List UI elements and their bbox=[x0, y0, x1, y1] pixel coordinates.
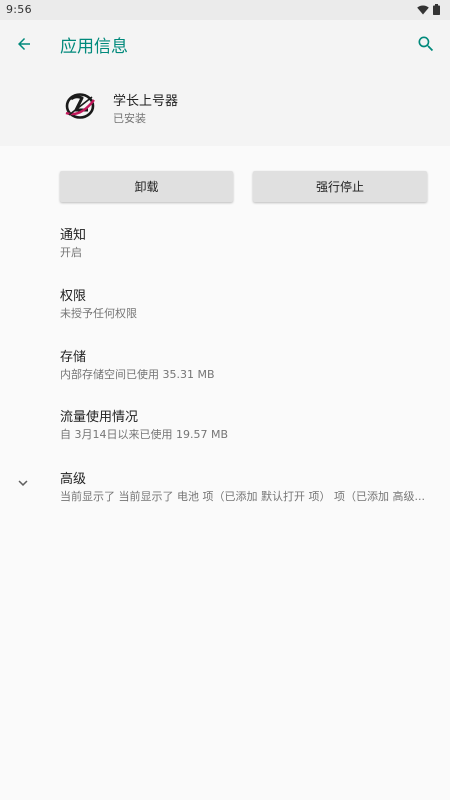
pref-summary: 开启 bbox=[60, 246, 82, 259]
force-stop-button[interactable]: 强行停止 bbox=[253, 171, 427, 202]
pref-summary: 未授予任何权限 bbox=[60, 307, 137, 320]
uninstall-button[interactable]: 卸载 bbox=[60, 171, 233, 202]
pref-title: 流量使用情况 bbox=[60, 410, 139, 425]
pref-storage[interactable]: 存储 内部存储空间已使用 35.31 MB bbox=[0, 346, 450, 398]
app-name: 学长上号器 bbox=[113, 94, 179, 109]
pref-data-usage[interactable]: 流量使用情况 自 3月14日以来已使用 19.57 MB bbox=[0, 406, 450, 458]
pref-title: 存储 bbox=[60, 350, 87, 365]
app-header: 学长上号器 已安装 bbox=[0, 68, 450, 146]
battery-icon bbox=[433, 4, 440, 15]
status-bar: 9:56 bbox=[0, 0, 450, 20]
install-status: 已安装 bbox=[113, 112, 146, 125]
search-button[interactable] bbox=[410, 28, 442, 60]
pref-summary: 当前显示了 当前显示了 电池 项（已添加 默认打开 项） 项（已添加 高级... bbox=[60, 490, 425, 503]
search-icon bbox=[418, 36, 434, 52]
back-button[interactable] bbox=[8, 28, 40, 60]
pref-title: 通知 bbox=[60, 228, 87, 243]
pref-title: 高级 bbox=[60, 472, 87, 487]
arrow-back-icon bbox=[18, 38, 30, 50]
status-icons bbox=[417, 4, 440, 15]
pref-permissions[interactable]: 权限 未授予任何权限 bbox=[0, 285, 450, 337]
app-icon bbox=[65, 93, 95, 119]
pref-summary: 内部存储空间已使用 35.31 MB bbox=[60, 368, 215, 381]
page-title: 应用信息 bbox=[60, 37, 128, 57]
status-time: 9:56 bbox=[6, 3, 32, 16]
pref-notifications[interactable]: 通知 开启 bbox=[0, 224, 450, 276]
pref-advanced[interactable]: 高级 当前显示了 当前显示了 电池 项（已添加 默认打开 项） 项（已添加 高级… bbox=[0, 468, 450, 520]
wifi-icon bbox=[417, 4, 429, 14]
pref-title: 权限 bbox=[60, 289, 87, 304]
chevron-down-icon bbox=[18, 480, 28, 486]
app-bar: 应用信息 bbox=[0, 20, 450, 68]
pref-summary: 自 3月14日以来已使用 19.57 MB bbox=[60, 428, 229, 441]
